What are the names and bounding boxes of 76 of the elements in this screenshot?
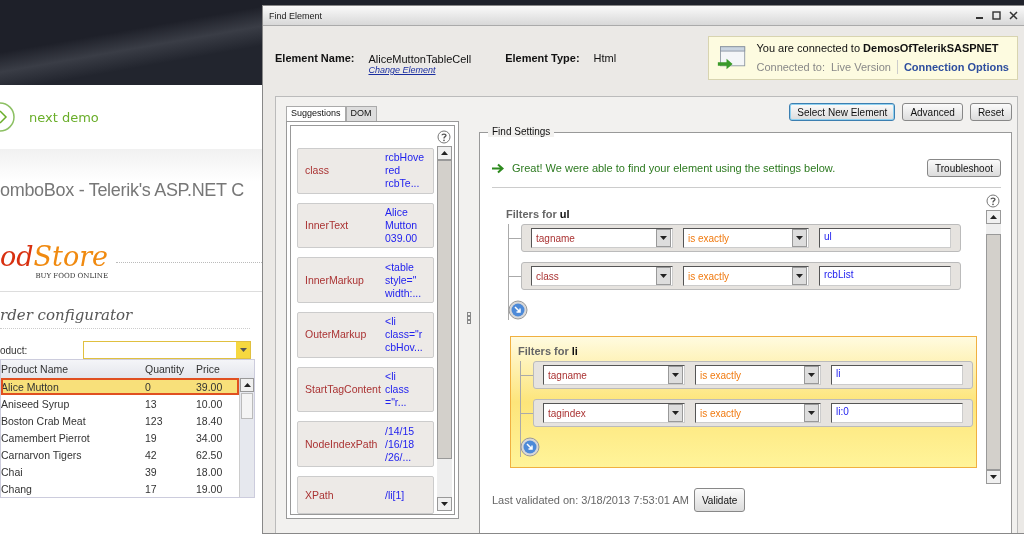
- scrollbar-thumb[interactable]: [241, 393, 253, 419]
- toolbar-button[interactable]: Select New Element: [789, 103, 896, 121]
- element-type-label: Element Type:: [505, 52, 580, 64]
- value-field[interactable]: li: [831, 365, 963, 385]
- caret-up-icon: [440, 151, 448, 155]
- success-message: Great! We were able to find your element using the settings below.: [512, 162, 836, 174]
- attribute-dropdown[interactable]: tagindex: [543, 403, 685, 423]
- value-field[interactable]: li:0: [831, 403, 963, 423]
- suggestion-card[interactable]: InnerMarkup <table style=" width:...: [297, 257, 434, 303]
- close-icon[interactable]: [1009, 11, 1018, 20]
- suggestion-card[interactable]: XPath /li[1]: [297, 476, 434, 515]
- caret-down-icon: [239, 348, 247, 352]
- suggestion-card[interactable]: NodeIndexPath /14/15 /16/18 /26/...: [297, 421, 434, 468]
- connected-label: Connected to:: [756, 61, 825, 73]
- caret-down-icon: [796, 274, 803, 278]
- grid-row[interactable]: Camembert Pierrot 19 34.00: [1, 429, 239, 446]
- tab[interactable]: DOM: [345, 106, 377, 121]
- connection-options-link[interactable]: Connection Options: [903, 61, 1009, 73]
- arrow-right-icon: [492, 162, 504, 174]
- grid-row[interactable]: Chang 17 19.00: [1, 480, 239, 497]
- suggestion-card[interactable]: class rcbHove red rcbTe...: [297, 148, 434, 194]
- filter-group-title: Filters for ul: [506, 208, 571, 220]
- caret-up-icon: [243, 383, 251, 387]
- scrollbar[interactable]: [239, 378, 254, 497]
- group-legend: Find Settings: [488, 126, 555, 137]
- maximize-icon[interactable]: [992, 11, 1001, 20]
- change-element-link[interactable]: Change Element: [368, 65, 472, 75]
- caret-up-icon: [989, 215, 997, 219]
- section-title: rder configurator: [0, 306, 250, 329]
- troubleshoot-button[interactable]: Troubleshoot: [927, 159, 1001, 177]
- element-name: AliceMuttonTableCell: [368, 53, 472, 65]
- add-filter-icon[interactable]: [508, 300, 528, 320]
- caret-down-icon: [660, 236, 667, 240]
- caret-down-icon: [672, 373, 679, 377]
- suggestion-card[interactable]: OuterMarkup <li class="r cbHov...: [297, 312, 434, 358]
- connected-value: Live Version: [830, 61, 891, 73]
- attribute-dropdown[interactable]: class: [531, 266, 673, 286]
- column-header: Quantity: [145, 363, 186, 375]
- caret-down-icon: [796, 236, 803, 240]
- caret-down-icon: [989, 475, 997, 479]
- add-filter-icon[interactable]: [520, 437, 540, 457]
- column-header: Product Name: [1, 363, 70, 375]
- element-type: Html: [593, 52, 617, 64]
- value-field[interactable]: rcbList: [819, 266, 951, 286]
- attribute-dropdown[interactable]: tagname: [543, 365, 685, 385]
- validate-button[interactable]: Validate: [693, 488, 746, 512]
- scrollbar-thumb[interactable]: [436, 160, 452, 459]
- help-icon[interactable]: [986, 194, 1000, 208]
- grid-row[interactable]: Chai 39 18.00: [1, 463, 239, 480]
- grid-row[interactable]: Aniseed Syrup 13 10.00: [1, 395, 239, 412]
- window-title: Find Element: [269, 10, 323, 21]
- splitter-grip-icon[interactable]: [467, 312, 471, 324]
- element-name-label: Element Name:: [275, 52, 355, 64]
- value-field[interactable]: ul: [819, 228, 951, 248]
- caret-down-icon: [808, 373, 815, 377]
- scrollbar[interactable]: [436, 146, 452, 511]
- caret-down-icon: [440, 502, 448, 506]
- filter-group-title: Filters for li: [518, 345, 579, 357]
- grid-row[interactable]: Carnarvon Tigers 42 62.50: [1, 446, 239, 463]
- connection-message: You are connected to DemosOfTelerikSASPNET: [756, 42, 1000, 54]
- attribute-dropdown[interactable]: tagname: [531, 228, 673, 248]
- suggestion-card[interactable]: InnerText Alice Mutton 039.00: [297, 202, 434, 249]
- product-label: oduct:: [0, 344, 29, 356]
- caret-down-icon: [672, 411, 679, 415]
- column-header: Price: [196, 363, 221, 375]
- last-validated-text: Last validated on: 3/18/2013 7:53:01 AM: [492, 494, 689, 506]
- toolbar-button[interactable]: Reset: [969, 103, 1012, 121]
- suggestion-card[interactable]: StartTagContent <li class ="r...: [297, 366, 434, 413]
- caret-down-icon: [660, 274, 667, 278]
- product-combobox[interactable]: [83, 341, 251, 359]
- caret-down-icon: [808, 411, 815, 415]
- page-title: omboBox - Telerik's ASP.NET C: [0, 179, 244, 201]
- grid-row[interactable]: Boston Crab Meat 123 18.40: [1, 412, 239, 429]
- tab[interactable]: Suggestions: [286, 106, 346, 121]
- toolbar-button[interactable]: Advanced: [902, 103, 963, 121]
- help-icon[interactable]: [437, 130, 451, 144]
